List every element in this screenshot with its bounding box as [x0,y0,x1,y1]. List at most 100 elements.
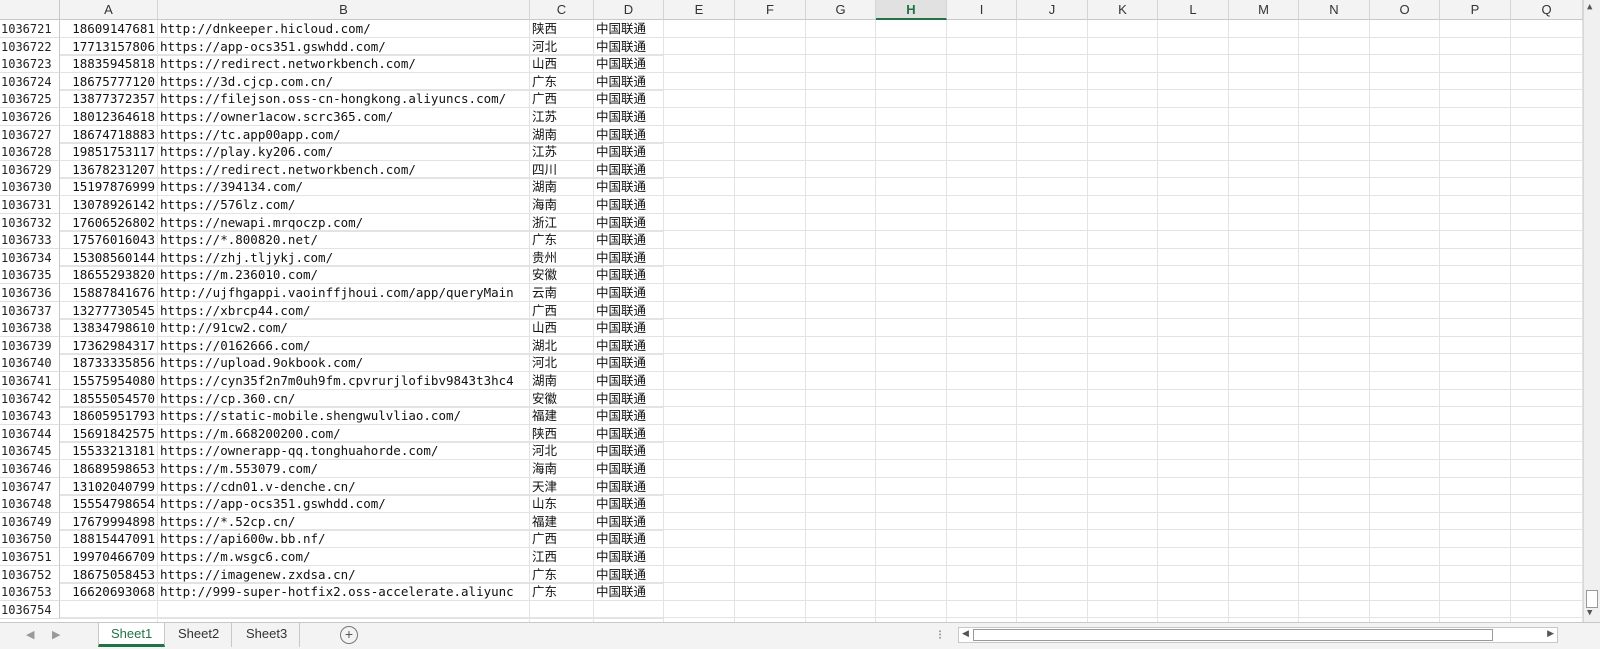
column-header-m[interactable]: M [1229,0,1299,20]
caret-right-icon[interactable]: ▶ [52,628,60,641]
cell-url[interactable]: https://0162666.com/ [158,336,530,355]
horizontal-scroll-thumb[interactable] [973,629,1493,641]
scroll-left-icon[interactable]: ◀ [962,628,969,639]
cell-url[interactable]: https://*.52cp.cn/ [158,512,530,531]
cell-phone[interactable]: 18605951793 [60,407,158,426]
cell-province[interactable] [530,600,594,619]
cell-carrier[interactable]: 中国联通 [594,565,664,584]
cell-carrier[interactable]: 中国联通 [594,389,664,408]
row-header[interactable]: 1036721 [0,20,60,38]
cell-url[interactable]: https://m.553079.com/ [158,460,530,478]
cell-carrier[interactable]: 中国联通 [594,37,664,56]
caret-left-icon[interactable]: ◀ [26,628,34,641]
cell-province[interactable]: 陕西 [530,20,594,38]
cell-phone[interactable]: 18012364618 [60,108,158,126]
cell-phone[interactable]: 18689598653 [60,460,158,478]
cell-phone[interactable]: 13277730545 [60,301,158,320]
cell-province[interactable]: 湖北 [530,336,594,355]
cell-province[interactable]: 贵州 [530,248,594,267]
column-header-f[interactable]: F [735,0,806,20]
cell-url[interactable]: https://static-mobile.shengwulvliao.com/ [158,407,530,426]
column-header-j[interactable]: J [1017,0,1088,20]
row-header[interactable]: 1036751 [0,548,60,566]
cell-carrier[interactable]: 中国联通 [594,548,664,566]
cell-province[interactable]: 海南 [530,196,594,214]
cell-province[interactable]: 广东 [530,565,594,584]
row-header[interactable]: 1036732 [0,213,60,232]
row-header[interactable]: 1036753 [0,583,60,602]
cell-phone[interactable]: 13678231207 [60,160,158,179]
column-header-g[interactable]: G [806,0,876,20]
cell-carrier[interactable]: 中国联通 [594,231,664,250]
row-header[interactable]: 1036744 [0,424,60,443]
row-header[interactable]: 1036725 [0,90,60,109]
cell-phone[interactable]: 19851753117 [60,143,158,162]
cell-url[interactable]: https://imagenew.zxdsa.cn/ [158,565,530,584]
cell-phone[interactable]: 13877372357 [60,90,158,109]
column-header-k[interactable]: K [1088,0,1158,20]
cell-url[interactable]: https://*.800820.net/ [158,231,530,250]
row-header[interactable]: 1036739 [0,336,60,355]
cell-province[interactable]: 江苏 [530,108,594,126]
select-all-corner[interactable] [0,0,60,20]
cell-province[interactable]: 江苏 [530,143,594,162]
row-header[interactable]: 1036742 [0,389,60,408]
column-header-d[interactable]: D [594,0,664,20]
row-header[interactable]: 1036741 [0,372,60,390]
cell-phone[interactable]: 17362984317 [60,336,158,355]
cell-url[interactable]: https://play.ky206.com/ [158,143,530,162]
row-header[interactable]: 1036728 [0,143,60,162]
cell-phone[interactable]: 18675777120 [60,72,158,91]
cell-phone[interactable]: 15887841676 [60,284,158,302]
cell-province[interactable]: 山西 [530,55,594,74]
cell-url[interactable]: https://cdn01.v-denche.cn/ [158,477,530,496]
cell-province[interactable]: 广西 [530,301,594,320]
cell-url[interactable]: https://xbrcp44.com/ [158,301,530,320]
cell-url[interactable]: http://999-super-hotfix2.oss-accelerate.… [158,583,530,602]
cell-province[interactable]: 浙江 [530,213,594,232]
cell-carrier[interactable]: 中国联通 [594,72,664,91]
cell-phone[interactable]: 18655293820 [60,266,158,285]
column-header-p[interactable]: P [1440,0,1511,20]
cell-carrier[interactable]: 中国联通 [594,424,664,443]
row-header[interactable]: 1036749 [0,512,60,531]
cell-carrier[interactable]: 中国联通 [594,460,664,478]
column-header-a[interactable]: A [60,0,158,20]
cell-url[interactable]: https://owner1acow.scrc365.com/ [158,108,530,126]
row-header[interactable]: 1036724 [0,72,60,91]
cell-province[interactable]: 天津 [530,477,594,496]
row-header[interactable]: 1036738 [0,319,60,338]
cell-phone[interactable]: 17679994898 [60,512,158,531]
sheet-tab-sheet2[interactable]: Sheet2 [166,623,233,647]
row-header[interactable]: 1036723 [0,55,60,74]
cell-phone[interactable]: 15575954080 [60,372,158,390]
row-header[interactable]: 1036731 [0,196,60,214]
row-header[interactable]: 1036754 [0,600,60,619]
row-header[interactable]: 1036743 [0,407,60,426]
cell-url[interactable]: https://app-ocs351.gswhdd.com/ [158,495,530,514]
cell-province[interactable]: 安徽 [530,389,594,408]
row-header[interactable]: 1036740 [0,354,60,373]
row-header[interactable]: 1036722 [0,37,60,56]
cell-province[interactable]: 湖南 [530,125,594,144]
cell-phone[interactable] [60,600,158,619]
cell-url[interactable]: https://tc.app00app.com/ [158,125,530,144]
cell-phone[interactable]: 18675058453 [60,565,158,584]
row-header[interactable]: 1036736 [0,284,60,302]
row-header[interactable]: 1036750 [0,530,60,549]
cell-phone[interactable]: 18835945818 [60,55,158,74]
cell-phone[interactable]: 15554798654 [60,495,158,514]
ellipsis-icon[interactable]: ⁝ [938,627,942,643]
cell-phone[interactable]: 15308560144 [60,248,158,267]
cell-url[interactable]: https://3d.cjcp.com.cn/ [158,72,530,91]
row-header[interactable]: 1036737 [0,301,60,320]
cell-url[interactable]: https://newapi.mrqoczp.com/ [158,213,530,232]
cell-province[interactable]: 江西 [530,548,594,566]
scroll-up-icon[interactable]: ▲ [1587,2,1592,12]
cell-province[interactable]: 海南 [530,460,594,478]
column-header-l[interactable]: L [1158,0,1229,20]
cell-phone[interactable]: 18609147681 [60,20,158,38]
column-header-e[interactable]: E [664,0,735,20]
cell-carrier[interactable]: 中国联通 [594,20,664,38]
cell-carrier[interactable]: 中国联通 [594,213,664,232]
